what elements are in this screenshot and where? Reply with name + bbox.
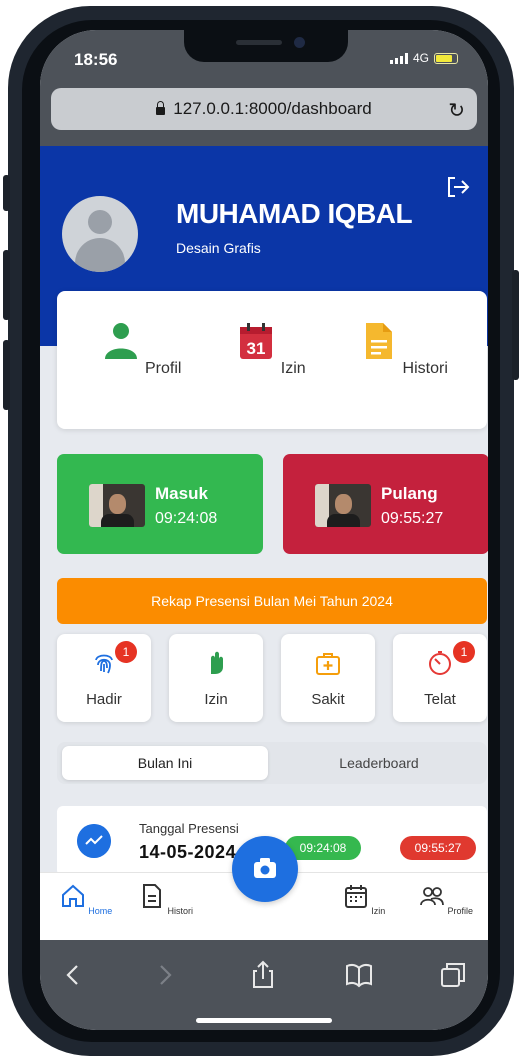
document-icon	[366, 323, 393, 359]
menu-label: Profil	[145, 360, 182, 377]
stat-label: Telat	[424, 691, 456, 708]
pulang-time: 09:55:27	[381, 510, 444, 527]
home-indicator	[196, 1018, 332, 1023]
stat-label: Hadir	[86, 691, 122, 708]
camera-button[interactable]	[232, 836, 298, 902]
volume-down-button	[3, 340, 10, 410]
telat-badge: 1	[453, 641, 475, 663]
menu-label: Histori	[402, 360, 448, 377]
timer-icon	[429, 651, 451, 675]
pulang-label: Pulang	[381, 484, 438, 503]
mute-switch	[3, 175, 10, 211]
tabs-icon[interactable]	[438, 960, 468, 990]
logout-icon[interactable]	[446, 176, 470, 198]
network-type: 4G	[412, 51, 429, 65]
stat-telat[interactable]: 1 Telat	[393, 634, 487, 722]
tab-leaderboard[interactable]: Leaderboard	[276, 746, 482, 780]
masuk-time: 09:24:08	[155, 510, 218, 527]
phone-screen: 18:56 4G 127.0.0.1:8000/dashboard ↻ MUHA…	[40, 30, 488, 1030]
browser-toolbar	[40, 940, 488, 1030]
menu-item-histori[interactable]: Histori	[353, 321, 453, 378]
user-role: Desain Grafis	[176, 240, 261, 256]
menu-label: Izin	[280, 360, 306, 377]
tab-bulan-ini[interactable]: Bulan Ini	[62, 746, 268, 780]
masuk-label: Masuk	[155, 484, 208, 503]
back-icon[interactable]	[58, 960, 88, 990]
calendar-icon	[344, 885, 367, 908]
rekap-banner: Rekap Presensi Bulan Mei Tahun 2024	[57, 578, 487, 624]
forward-icon[interactable]	[150, 960, 180, 990]
hadir-badge: 1	[115, 641, 137, 663]
attendance-pulang-card[interactable]: Pulang 09:55:27	[283, 454, 488, 554]
lock-icon	[156, 101, 166, 115]
nav-label: Home	[88, 906, 113, 916]
status-icons: 4G	[389, 51, 458, 65]
nav-histori[interactable]: Histori	[136, 883, 196, 916]
record-time-out: 09:55:27	[400, 836, 476, 860]
menu-item-izin[interactable]: 31 Izin	[221, 321, 321, 378]
nav-label: Izin	[371, 906, 386, 916]
menu-card: Profil 31 Izin Histori	[57, 291, 487, 429]
pulang-photo	[315, 484, 371, 527]
camera-icon	[254, 858, 276, 878]
menu-item-profil[interactable]: Profil	[91, 321, 191, 378]
document-icon	[142, 884, 161, 908]
stat-label: Sakit	[311, 691, 345, 708]
users-icon	[420, 887, 444, 906]
reload-icon[interactable]: ↻	[448, 98, 465, 123]
record-label: Tanggal Presensi	[139, 821, 239, 836]
status-bar: 18:56 4G	[40, 30, 488, 88]
avatar[interactable]	[62, 196, 138, 272]
nav-profile[interactable]: Profile	[416, 883, 476, 916]
medical-kit-icon	[316, 653, 340, 675]
signal-icon	[389, 52, 408, 64]
share-icon[interactable]	[248, 960, 278, 990]
tab-bar: Bulan Ini Leaderboard	[57, 742, 487, 784]
calendar-icon: 31	[240, 323, 273, 359]
notch	[184, 30, 348, 62]
power-button	[512, 270, 519, 380]
attendance-masuk-card[interactable]: Masuk 09:24:08	[57, 454, 263, 554]
user-name: MUHAMAD IQBAL	[176, 198, 413, 229]
fingerprint-icon	[95, 654, 113, 674]
browser-address-area: 127.0.0.1:8000/dashboard ↻	[40, 88, 488, 146]
trend-icon	[77, 824, 111, 858]
nav-home[interactable]: Home	[56, 883, 116, 916]
nav-izin[interactable]: Izin	[334, 883, 394, 916]
hand-icon	[211, 651, 223, 674]
nav-label: Histori	[167, 906, 194, 916]
address-bar[interactable]: 127.0.0.1:8000/dashboard ↻	[51, 88, 477, 130]
volume-up-button	[3, 250, 10, 320]
url-text: 127.0.0.1:8000/dashboard	[173, 99, 372, 118]
masuk-photo	[89, 484, 145, 527]
record-date: 14-05-2024	[139, 842, 237, 862]
calendar-day: 31	[247, 339, 266, 358]
person-icon	[104, 323, 137, 359]
front-camera	[294, 37, 305, 48]
speaker	[236, 40, 282, 45]
battery-icon	[434, 52, 458, 64]
status-time: 18:56	[74, 50, 118, 69]
stat-sakit[interactable]: Sakit	[281, 634, 375, 722]
home-icon	[61, 884, 84, 907]
stat-izin[interactable]: Izin	[169, 634, 263, 722]
bookmarks-icon[interactable]	[344, 960, 374, 990]
stat-hadir[interactable]: 1 Hadir	[57, 634, 151, 722]
stat-label: Izin	[204, 691, 228, 708]
nav-label: Profile	[447, 906, 474, 916]
